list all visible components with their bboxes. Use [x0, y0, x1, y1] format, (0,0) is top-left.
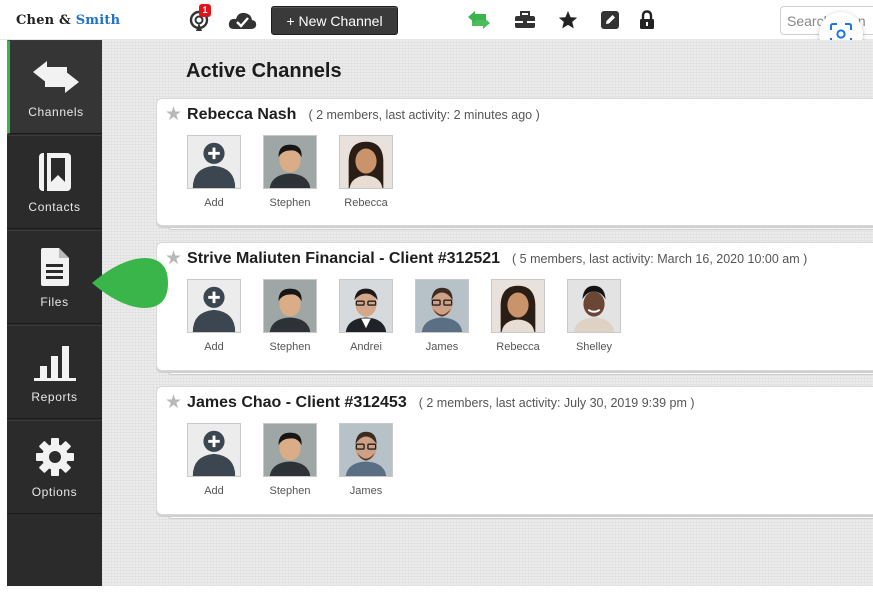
- member-avatar[interactable]: Rebecca: [491, 279, 567, 353]
- page-title: Active Channels: [186, 60, 342, 82]
- contact-book-icon: [38, 150, 72, 194]
- avatar-photo: [263, 423, 317, 477]
- sidebar-item-files[interactable]: Files: [7, 230, 102, 324]
- briefcase-icon[interactable]: [512, 8, 538, 32]
- top-bar: Chen & Smith 1 + New Channel: [0, 0, 873, 56]
- sidebar-item-label: Channels: [28, 105, 84, 119]
- avatar-photo: [263, 279, 317, 333]
- sidebar-item-label: Files: [40, 295, 69, 309]
- swap-arrows-icon: [31, 55, 81, 99]
- file-icon: [40, 245, 70, 289]
- avatar-photo: [339, 135, 393, 189]
- swap-channels-icon[interactable]: [465, 8, 493, 32]
- add-member-button[interactable]: Add: [187, 135, 263, 209]
- channel-header: ★ Strive Maliuten Financial - Client #31…: [165, 248, 807, 268]
- bar-chart-icon: [32, 340, 78, 384]
- member-avatar[interactable]: Shelley: [567, 279, 643, 353]
- sidebar-item-label: Reports: [31, 390, 78, 404]
- new-channel-button[interactable]: + New Channel: [271, 6, 398, 35]
- member-name: Rebecca: [344, 197, 388, 209]
- channel-title[interactable]: James Chao - Client #312453: [187, 394, 407, 412]
- member-name: Add: [204, 341, 224, 353]
- channel-card[interactable]: ★ Strive Maliuten Financial - Client #31…: [156, 242, 873, 371]
- gear-icon: [35, 435, 75, 479]
- avatar-photo: [415, 279, 469, 333]
- member-avatar[interactable]: James: [415, 279, 491, 353]
- member-name: Andrei: [350, 341, 382, 353]
- add-member-icon: [187, 423, 241, 477]
- add-member-button[interactable]: Add: [187, 279, 263, 353]
- favorite-star-icon[interactable]: ★: [165, 105, 182, 124]
- notification-badge: 1: [199, 4, 211, 17]
- sidebar-item-contacts[interactable]: Contacts: [7, 135, 102, 229]
- member-name: James: [425, 341, 459, 353]
- channel-header: ★ James Chao - Client #312453 ( 2 member…: [165, 392, 695, 412]
- edit-icon[interactable]: [598, 8, 622, 32]
- sidebar-item-label: Options: [31, 485, 78, 499]
- member-name: Stephen: [269, 341, 311, 353]
- avatar-photo: [339, 279, 393, 333]
- channel-meta: ( 2 members, last activity: 2 minutes ag…: [308, 108, 540, 122]
- channel-title[interactable]: Strive Maliuten Financial - Client #3125…: [187, 250, 500, 268]
- channel-card[interactable]: ★ James Chao - Client #312453 ( 2 member…: [156, 386, 873, 515]
- member-avatar[interactable]: Stephen: [263, 279, 339, 353]
- member-list: Add Stephen Andrei James Rebecca Shelley: [187, 279, 643, 353]
- sidebar-item-channels[interactable]: Channels: [7, 40, 102, 134]
- member-name: Stephen: [269, 197, 311, 209]
- avatar-photo: [491, 279, 545, 333]
- member-name: Add: [204, 197, 224, 209]
- member-avatar[interactable]: Rebecca: [339, 135, 415, 209]
- brand-logo[interactable]: Chen & Smith: [16, 13, 120, 28]
- channel-meta: ( 2 members, last activity: July 30, 201…: [418, 396, 695, 410]
- channel-meta: ( 5 members, last activity: March 16, 20…: [512, 252, 808, 266]
- channel-title[interactable]: Rebecca Nash: [187, 106, 296, 124]
- brand-name-part1: Chen &: [16, 13, 76, 28]
- member-list: Add Stephen James: [187, 423, 415, 497]
- main-content: Active Channels ★ Rebecca Nash ( 2 membe…: [102, 40, 873, 586]
- member-name: James: [349, 485, 383, 497]
- member-name: Shelley: [575, 341, 613, 353]
- notifications-icon[interactable]: 1: [185, 4, 213, 32]
- channel-card[interactable]: ★ Rebecca Nash ( 2 members, last activit…: [156, 98, 873, 226]
- avatar-photo: [567, 279, 621, 333]
- member-avatar[interactable]: Stephen: [263, 423, 339, 497]
- member-name: Add: [204, 485, 224, 497]
- add-member-icon: [187, 279, 241, 333]
- brand-name-part2: Smith: [75, 13, 121, 28]
- channel-header: ★ Rebecca Nash ( 2 members, last activit…: [165, 104, 540, 124]
- star-icon[interactable]: [556, 8, 580, 32]
- pointer-marker-icon: [92, 258, 168, 308]
- member-name: Rebecca: [496, 341, 540, 353]
- member-avatar[interactable]: James: [339, 423, 415, 497]
- sidebar: Channels Contacts Files Reports Options: [7, 40, 102, 586]
- sidebar-item-reports[interactable]: Reports: [7, 325, 102, 419]
- add-member-button[interactable]: Add: [187, 423, 263, 497]
- add-member-icon: [187, 135, 241, 189]
- sidebar-item-options[interactable]: Options: [7, 420, 102, 514]
- member-avatar[interactable]: Andrei: [339, 279, 415, 353]
- favorite-star-icon[interactable]: ★: [165, 393, 182, 412]
- cloud-check-icon[interactable]: [226, 8, 258, 32]
- lock-icon[interactable]: [636, 8, 658, 32]
- avatar-photo: [339, 423, 393, 477]
- member-avatar[interactable]: Stephen: [263, 135, 339, 209]
- member-name: Stephen: [269, 485, 311, 497]
- avatar-photo: [263, 135, 317, 189]
- member-list: Add Stephen Rebecca: [187, 135, 415, 209]
- sidebar-item-label: Contacts: [28, 200, 81, 214]
